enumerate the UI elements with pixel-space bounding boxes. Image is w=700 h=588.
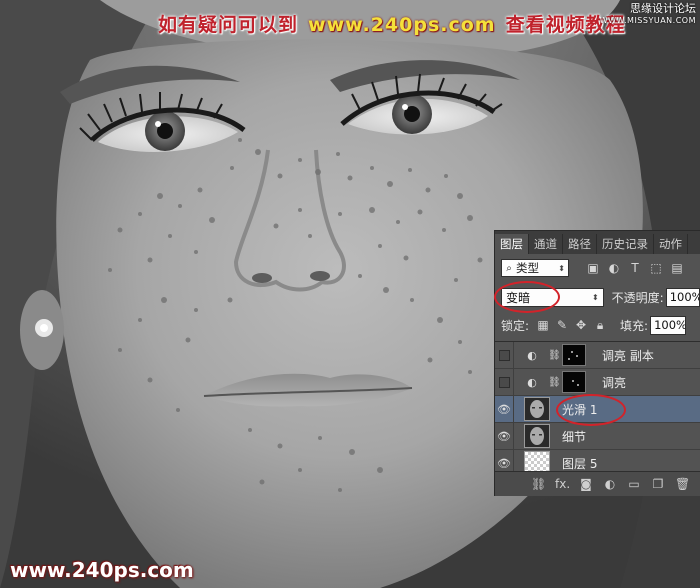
layer-name: 图层 5 [562,456,598,471]
opacity-field[interactable]: 100% [665,287,700,307]
corner-watermark: 思缘设计论坛 WWW.MISSYUAN.COM [600,3,696,27]
blend-mode-value: 变暗 [506,290,531,305]
link-icon[interactable]: ⛓ [548,350,561,361]
layers-panel: 图层 通道 路径 历史记录 动作 ⌕ 类型 ⬍ ▣ ◐ T ⬚ ▤ 变暗 ⬍ 不… [494,230,700,496]
layer-name: 调亮 副本 [602,348,654,363]
adjustment-filter-icon[interactable]: ◐ [606,260,622,276]
lock-row: 锁定: ▦ ✎ ✥ 🔒︎ 填充: 100% [495,314,700,336]
banner-url[interactable]: www.240ps.com [308,14,496,36]
new-group-icon[interactable]: ▭ [627,477,641,491]
lock-transparent-icon[interactable]: ▦ [537,318,549,333]
search-icon: ⌕ [506,262,512,274]
eye-icon: 👁︎ [497,402,511,416]
fill-label: 填充: [620,318,649,333]
footer-url[interactable]: www.240ps.com [10,558,194,582]
banner: 如有疑问可以到 www.240ps.com 查看视频教程 [158,10,626,37]
watermark-line1: 思缘设计论坛 [630,2,696,15]
layer-row[interactable]: ◐ ⛓ 调亮 副本 [495,341,700,369]
panel-bottom-bar: ⛓ fx. ◙ ◐ ▭ ❐ 🗑︎ [495,471,700,496]
fx-icon[interactable]: fx. [555,477,570,491]
layer-thumbnail[interactable] [524,424,550,448]
stepper-arrows-icon: ⬍ [558,263,565,273]
lock-all-icon[interactable]: 🔒︎ [594,318,606,333]
lock-label: 锁定: [501,318,530,333]
adjustment-layer-icon[interactable]: ◐ [603,477,617,491]
visibility-off-box [498,376,510,388]
tab-actions[interactable]: 动作 [654,234,688,254]
fill-field[interactable]: 100% [650,315,687,335]
new-layer-icon[interactable]: ❐ [651,477,665,491]
layer-row[interactable]: 👁︎ 细节 [495,422,700,450]
blend-mode-select[interactable]: 变暗 ⬍ [501,287,604,307]
eye-icon: 👁︎ [497,429,511,443]
adjustment-layer-icon: ◐ [527,375,537,389]
layer-row[interactable]: ◐ ⛓ 调亮 [495,368,700,396]
image-filter-icon[interactable]: ▣ [585,260,601,276]
opacity-label: 不透明度: [611,290,664,305]
panel-tabs: 图层 通道 路径 历史记录 动作 [495,231,700,254]
banner-prefix: 如有疑问可以到 [158,14,299,36]
blend-row: 变暗 ⬍ 不透明度: 100% [495,286,700,308]
lock-position-icon[interactable]: ✥ [575,318,587,333]
eye-icon: 👁︎ [497,456,511,470]
tab-channels[interactable]: 通道 [529,234,563,254]
filter-kind-select[interactable]: ⌕ 类型 ⬍ [501,259,569,277]
filter-kind-value: 类型 [516,261,539,275]
tab-history[interactable]: 历史记录 [597,234,654,254]
link-icon[interactable]: ⛓ [548,377,561,388]
tab-paths[interactable]: 路径 [563,234,597,254]
lock-paint-icon[interactable]: ✎ [556,318,568,333]
filter-row: ⌕ 类型 ⬍ ▣ ◐ T ⬚ ▤ [495,257,700,279]
layer-mask-thumb[interactable] [562,344,586,366]
shape-filter-icon[interactable]: ⬚ [648,260,664,276]
filter-icons: ▣ ◐ T ⬚ ▤ [585,260,685,276]
visibility-toggle[interactable] [495,341,514,369]
add-mask-icon[interactable]: ◙ [579,477,593,491]
layer-mask-thumb[interactable] [562,371,586,393]
visibility-toggle[interactable]: 👁︎ [495,395,514,423]
delete-icon[interactable]: 🗑︎ [675,477,690,491]
tab-layers[interactable]: 图层 [495,234,529,254]
stepper-arrows-icon: ⬍ [591,292,599,302]
visibility-toggle[interactable] [495,368,514,396]
layer-name: 调亮 [602,375,627,390]
layer-name: 细节 [562,429,587,444]
link-layers-icon[interactable]: ⛓ [531,477,546,491]
lock-icons: ▦ ✎ ✥ 🔒︎ [537,318,606,333]
visibility-toggle[interactable]: 👁︎ [495,422,514,450]
layer-row-selected[interactable]: 👁︎ 光滑 1 [495,395,700,423]
smart-object-filter-icon[interactable]: ▤ [669,260,685,276]
adjustment-layer-icon: ◐ [527,348,537,362]
layer-thumbnail[interactable] [524,397,550,421]
visibility-off-box [498,349,510,361]
layer-name: 光滑 1 [562,402,598,417]
watermark-line2: WWW.MISSYUAN.COM [599,16,696,25]
type-filter-icon[interactable]: T [627,260,643,276]
